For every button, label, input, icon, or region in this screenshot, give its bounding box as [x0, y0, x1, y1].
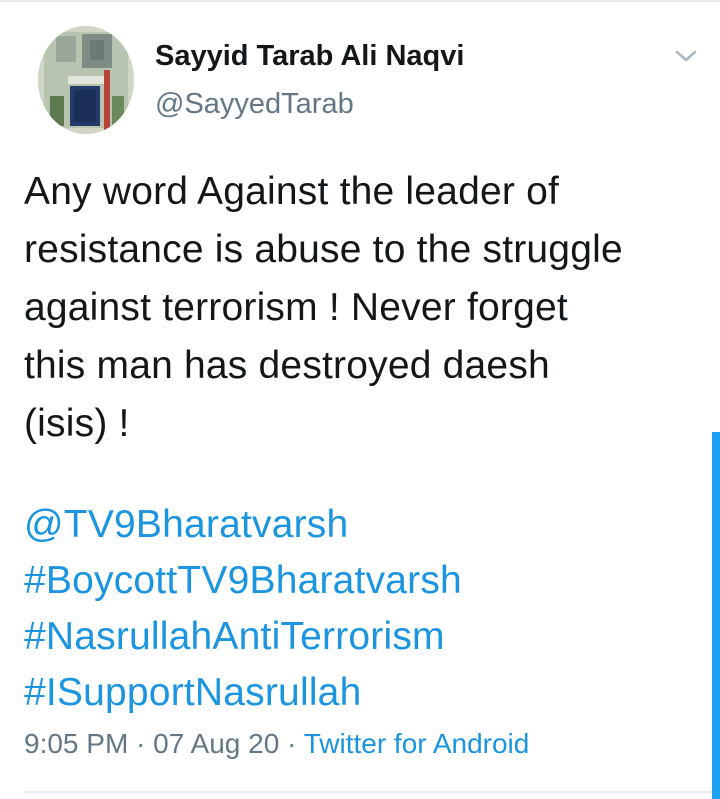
avatar-photo-icon	[38, 26, 134, 134]
meta-separator: ·	[287, 728, 304, 759]
tweet-text: Any word Against the leader of resistanc…	[24, 163, 714, 453]
meta-separator: ·	[136, 728, 154, 759]
hashtag-link[interactable]: #ISupportNasrullah	[24, 665, 714, 721]
author-display-name[interactable]: Sayyid Tarab Ali Naqvi	[155, 40, 464, 73]
chevron-down-icon[interactable]	[674, 46, 698, 66]
tweet-text-line: Any word Against the leader of	[24, 170, 559, 213]
scroll-indicator[interactable]	[712, 432, 720, 799]
tweet-time: 9:05 PM	[24, 728, 129, 759]
mention-link[interactable]: @TV9Bharatvarsh	[24, 497, 714, 553]
author-handle[interactable]: @SayyedTarab	[155, 88, 354, 121]
tweet-card: Sayyid Tarab Ali Naqvi @SayyedTarab Any …	[0, 0, 720, 799]
tweet-date: 07 Aug 20	[153, 728, 280, 759]
tweet-source-link[interactable]: Twitter for Android	[304, 728, 530, 759]
tweet-links: @TV9Bharatvarsh #BoycottTV9Bharatvarsh #…	[24, 497, 714, 721]
tweet-meta: 9:05 PM · 07 Aug 20 · Twitter for Androi…	[24, 728, 529, 760]
hashtag-link[interactable]: #NasrullahAntiTerrorism	[24, 609, 714, 665]
tweet-text-line: this man has destroyed daesh	[24, 344, 550, 387]
tweet-text-line: resistance is abuse to the struggle	[24, 228, 623, 271]
bottom-divider	[24, 791, 720, 793]
avatar[interactable]	[38, 26, 134, 134]
tweet-text-line: (isis) !	[24, 402, 130, 445]
hashtag-link[interactable]: #BoycottTV9Bharatvarsh	[24, 553, 714, 609]
tweet-text-line: against terrorism ! Never forget	[24, 286, 568, 329]
